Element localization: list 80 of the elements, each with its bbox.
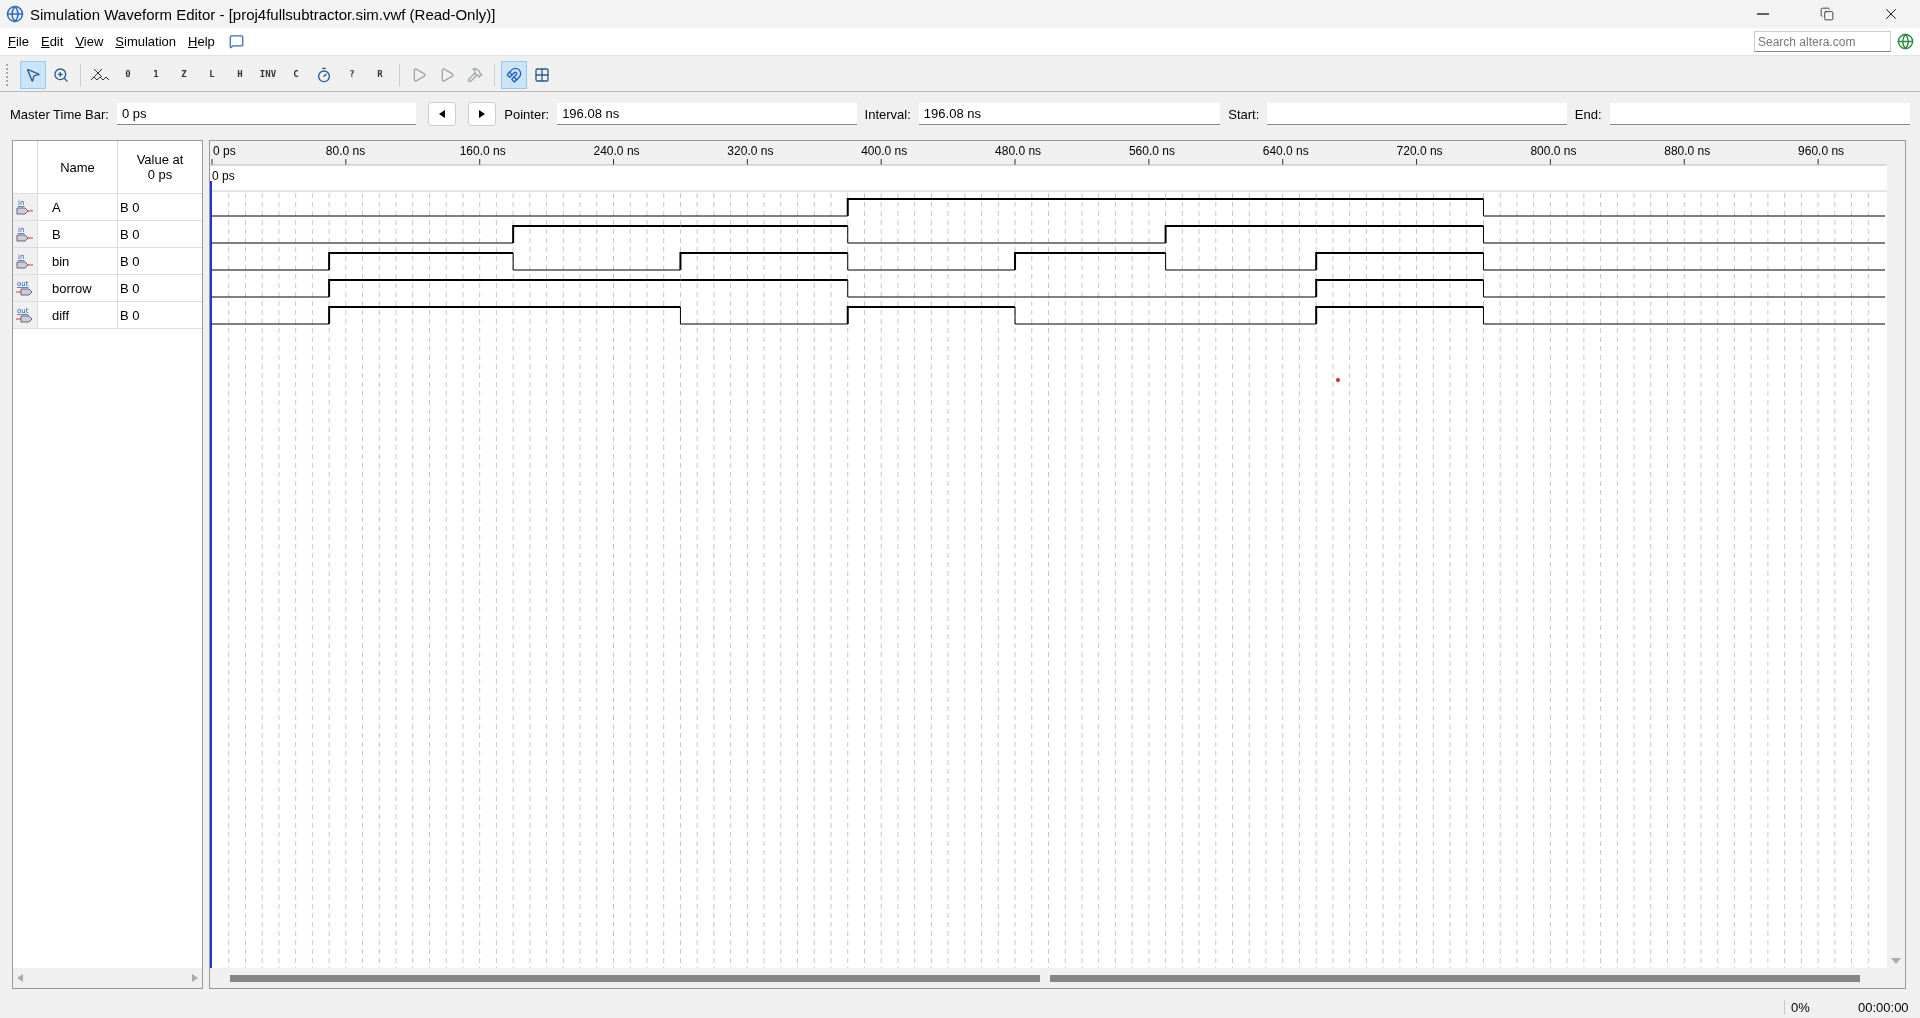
snap-to-grid-button[interactable] — [501, 60, 527, 89]
signal-name[interactable]: bin — [37, 248, 117, 274]
waveform-value-button[interactable]: H — [227, 60, 253, 89]
menu-item[interactable]: View — [69, 32, 110, 51]
master-time-bar-label: Master Time Bar: — [10, 106, 109, 122]
pointer-tool[interactable] — [20, 60, 46, 89]
force-high-button[interactable]: 1 — [143, 60, 169, 89]
tick-label: 400.0 ns — [861, 144, 908, 158]
pointer-label: Pointer: — [504, 106, 550, 122]
signal-name[interactable]: borrow — [37, 275, 117, 301]
tick-label: 880.0 ns — [1664, 144, 1711, 158]
progress-text: 0% — [1784, 999, 1844, 1015]
tick-label: 240.0 ns — [593, 144, 640, 158]
marker-time-label: 0 ps — [212, 169, 235, 183]
tick-label: 640.0 ns — [1262, 144, 1309, 158]
interval-field[interactable]: 196.08 ns — [918, 103, 1221, 125]
marker-dot — [1336, 378, 1340, 382]
elapsed-time: 00:00:00 — [1857, 999, 1910, 1015]
waveform-value-button[interactable]: ? — [339, 60, 365, 89]
clock-icon — [316, 66, 332, 83]
signal-value: B 0 — [117, 194, 202, 220]
minimize-icon — [1757, 13, 1769, 15]
tick-label: 0 ps — [213, 144, 236, 158]
window-title: Simulation Waveform Editor - [proj4fullsubtractor.sim.vwf (Read-Only)] — [30, 5, 497, 23]
signal-name[interactable]: diff — [37, 302, 117, 328]
tick-label: 80.0 ns — [325, 144, 366, 158]
scroll-down-icon[interactable] — [1891, 958, 1901, 964]
tick-label: 560.0 ns — [1128, 144, 1175, 158]
tick-label: 800.0 ns — [1530, 144, 1577, 158]
waveform-value-button[interactable]: L — [199, 60, 225, 89]
signal-value: B 0 — [117, 221, 202, 247]
interval-label: Interval: — [864, 106, 911, 122]
start-label: Start: — [1228, 106, 1260, 122]
run-timing-icon — [439, 66, 455, 83]
menu-item[interactable]: Edit — [34, 32, 70, 51]
column-header: Name — [37, 141, 117, 193]
pointer-field[interactable]: 196.08 ns — [557, 103, 857, 125]
tick-label: 160.0 ns — [459, 144, 506, 158]
feedback-icon[interactable] — [228, 34, 244, 49]
right-triangle-icon — [479, 110, 486, 118]
tick-label: 320.0 ns — [727, 144, 774, 158]
run-icon — [411, 66, 427, 83]
signal-name[interactable]: A — [37, 194, 117, 220]
signal-value: B 0 — [117, 275, 202, 301]
restore-icon — [1820, 7, 1834, 21]
grid-icon — [534, 66, 550, 83]
pointer-icon — [25, 66, 41, 83]
menu-item[interactable]: Simulation — [109, 32, 183, 51]
scroll-right-icon[interactable] — [192, 974, 198, 982]
force-low-button[interactable]: 0 — [115, 60, 141, 89]
signal-value: B 0 — [117, 302, 202, 328]
column-header: Value at 0 ps — [117, 141, 202, 193]
left-triangle-icon — [439, 110, 446, 118]
scrollbar-thumb[interactable] — [1050, 974, 1860, 982]
waveform-value-button[interactable]: R — [367, 60, 393, 89]
master-time-bar-field[interactable]: 0 ps — [116, 103, 417, 125]
search-field[interactable]: Search altera.com — [1754, 31, 1891, 52]
cross-wave-icon — [91, 66, 109, 83]
start-field[interactable] — [1267, 103, 1567, 125]
globe-icon[interactable] — [1897, 33, 1914, 50]
app-icon — [6, 5, 24, 23]
scrollbar-thumb[interactable] — [230, 974, 1040, 982]
scroll-left-icon[interactable] — [17, 974, 23, 982]
tick-label: 720.0 ns — [1396, 144, 1443, 158]
build-icon — [467, 66, 483, 83]
waveform-value-button[interactable]: C — [283, 60, 309, 89]
signal-value: B 0 — [117, 248, 202, 274]
signal-name[interactable]: B — [37, 221, 117, 247]
previous-button[interactable] — [428, 102, 457, 126]
snap-icon — [506, 66, 522, 83]
tick-label: 480.0 ns — [995, 144, 1042, 158]
menu-item[interactable]: File — [2, 32, 35, 51]
menu-item[interactable]: Help — [182, 32, 221, 51]
next-button[interactable] — [468, 102, 497, 126]
tick-label: 960.0 ns — [1798, 144, 1845, 158]
invert-button[interactable]: INV — [255, 60, 281, 89]
zoom-icon — [53, 66, 69, 83]
end-label: End: — [1574, 106, 1602, 122]
end-field[interactable] — [1609, 103, 1910, 125]
high-impedance-button[interactable]: Z — [171, 60, 197, 89]
